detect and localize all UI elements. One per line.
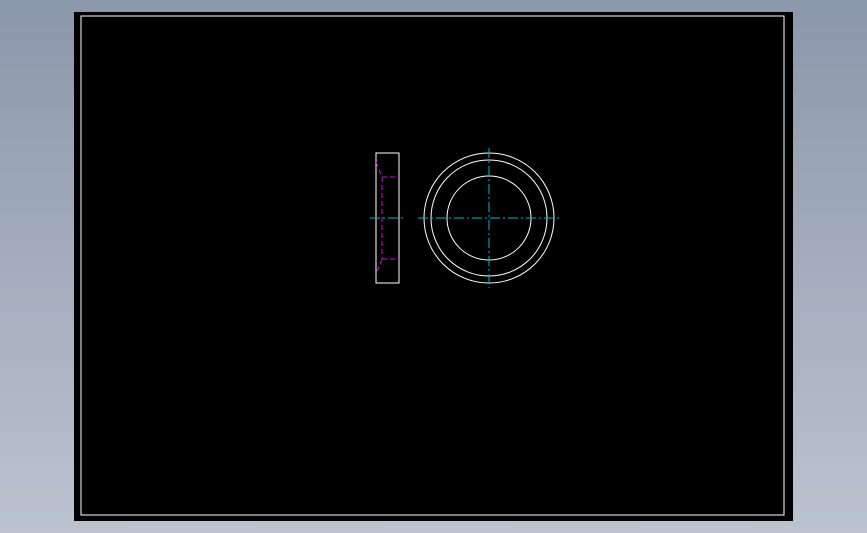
drawing-sheet[interactable] xyxy=(74,12,793,521)
side-view[interactable] xyxy=(370,152,406,284)
cad-viewport[interactable] xyxy=(74,12,793,521)
front-view[interactable] xyxy=(418,148,560,288)
sheet-frame xyxy=(80,15,785,516)
